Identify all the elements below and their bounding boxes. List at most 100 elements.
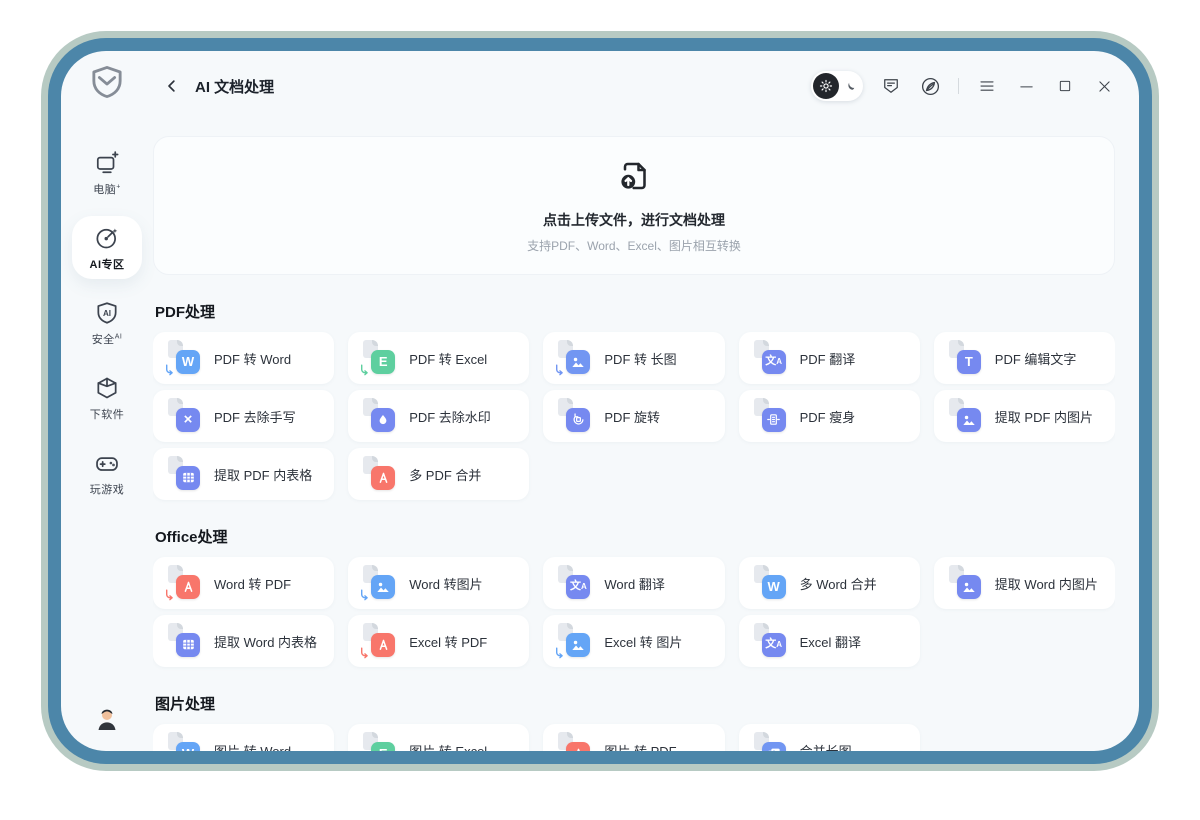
tool-card[interactable]: PDF 去除水印 [348, 390, 530, 442]
moon-icon [839, 80, 861, 93]
erase-tool-icon: × [168, 397, 200, 432]
gamepad-icon [94, 450, 120, 476]
table-tool-icon [168, 622, 200, 657]
sidebar-item-label: 安全AI [91, 333, 123, 346]
tool-sections: PDF处理 W PDF 转 Word E PDF 转 Excel PDF 转 长图 文A PD… [153, 301, 1115, 751]
tool-label: 提取 Word 内表格 [214, 634, 318, 650]
close-icon[interactable] [1093, 75, 1115, 97]
image-tool-icon [556, 339, 591, 375]
sidebar-item-security[interactable]: AI 安全AI [72, 291, 142, 354]
upload-dropzone[interactable]: 点击上传文件，进行文档处理 支持PDF、Word、Excel、图片相互转换 [153, 136, 1115, 275]
feedback-badge-icon[interactable] [880, 75, 902, 97]
tool-card[interactable]: 提取 Word 内表格 [153, 615, 335, 667]
tool-label: 提取 PDF 内表格 [214, 467, 313, 483]
tool-card[interactable]: Excel 转 图片 [543, 615, 725, 667]
tool-card[interactable]: E 图片 转 Excel [348, 724, 530, 751]
tool-card[interactable]: T PDF 编辑文字 [933, 332, 1115, 384]
menu-icon[interactable] [976, 75, 998, 97]
tool-label: Word 转 PDF [214, 576, 292, 592]
sidebar-item-label: 玩游戏 [89, 484, 125, 496]
table-tool-icon [168, 455, 200, 490]
tool-card[interactable]: Word 转图片 [348, 557, 530, 609]
app-window: 电脑+ AI专区 AI 安全AI 下软件 玩游戏 AI 文档处理 点击上传文件，… [61, 51, 1139, 751]
sun-icon [813, 73, 839, 99]
tool-label: PDF 转 Word [214, 351, 292, 367]
tool-label: Excel 转 图片 [604, 634, 683, 650]
sidebar-item-computer[interactable]: 电脑+ [72, 141, 142, 204]
tool-card[interactable]: W 多 Word 合并 [738, 557, 920, 609]
letter-tool-icon: E [363, 731, 396, 751]
tool-card[interactable]: 合并长图 [738, 724, 920, 752]
device-frame: 电脑+ AI专区 AI 安全AI 下软件 玩游戏 AI 文档处理 点击上传文件，… [48, 38, 1152, 764]
droplet-tool-icon [363, 397, 396, 432]
main-area: AI 文档处理 点击上传文件，进行文档处理 支持PDF、Word、Excel、图… [153, 51, 1139, 751]
tool-card[interactable]: 提取 Word 内图片 [933, 557, 1115, 609]
theme-toggle[interactable] [811, 71, 863, 101]
letter-tool-icon: E [361, 339, 396, 375]
user-avatar[interactable] [92, 705, 122, 735]
tool-label: PDF 转 长图 [604, 351, 677, 367]
tool-grid: Word 转 PDF Word 转图片 文A Word 翻译 W 多 Word 合并 提取 … [153, 557, 1115, 667]
upload-subtitle: 支持PDF、Word、Excel、图片相互转换 [527, 238, 741, 253]
tool-card[interactable]: 文A Word 翻译 [543, 557, 725, 609]
tool-card[interactable]: Excel 转 PDF [348, 615, 530, 667]
tool-card[interactable]: 提取 PDF 内表格 [153, 448, 335, 500]
tool-label: Excel 转 PDF [409, 634, 488, 650]
sidebar-item-games[interactable]: 玩游戏 [72, 441, 142, 504]
section-title: PDF处理 [155, 304, 216, 321]
tool-card[interactable]: × PDF 去除手写 [153, 390, 335, 442]
tool-card[interactable]: 文A PDF 翻译 [738, 332, 920, 384]
tool-card[interactable]: 图片 转 PDF [543, 724, 725, 752]
upload-document-icon [616, 158, 652, 199]
page-title: AI 文档处理 [195, 78, 275, 96]
letter-tool-icon: W [753, 564, 786, 599]
tool-label: 图片 转 PDF [604, 743, 677, 752]
skin-feather-icon[interactable] [919, 75, 941, 97]
tool-label: 合并长图 [799, 743, 852, 752]
translate-tool-icon: 文A [753, 339, 786, 374]
tool-card[interactable]: PDF 转 长图 [543, 332, 725, 384]
letter-tool-icon: W [168, 731, 200, 751]
tool-label: 多 Word 合并 [799, 576, 877, 592]
tool-card[interactable]: PDF 旋转 [543, 390, 725, 442]
rotate-tool-icon [558, 397, 591, 432]
divider [958, 78, 959, 94]
pdf-tool-icon [166, 564, 200, 600]
image-tool-icon [556, 622, 591, 658]
sidebar-item-label: 下软件 [89, 409, 125, 421]
sidebar-item-software[interactable]: 下软件 [72, 366, 142, 429]
tool-label: Word 转图片 [409, 576, 483, 592]
tool-card[interactable]: 多 PDF 合并 [348, 448, 530, 500]
tool-label: 提取 PDF 内图片 [994, 409, 1094, 425]
shield-check-logo-icon [88, 63, 126, 101]
tool-card[interactable]: 提取 PDF 内图片 [933, 390, 1115, 442]
tool-grid: W 图片 转 Word E 图片 转 Excel 图片 转 PDF 合并长图 [153, 724, 1115, 751]
tool-card[interactable]: W PDF 转 Word [153, 332, 335, 384]
sidebar: 电脑+ AI专区 AI 安全AI 下软件 玩游戏 [61, 51, 153, 751]
sidebar-item-ai-zone[interactable]: AI专区 [72, 216, 142, 279]
tool-label: 提取 Word 内图片 [994, 576, 1098, 592]
tool-card[interactable]: Word 转 PDF [153, 557, 335, 609]
section-title: 图片处理 [155, 696, 216, 713]
tool-card[interactable]: 文A Excel 翻译 [738, 615, 920, 667]
tool-label: Excel 翻译 [799, 634, 861, 650]
tool-label: 多 PDF 合并 [409, 467, 482, 483]
sidebar-item-label: AI专区 [89, 259, 125, 271]
image-tool-icon [948, 397, 981, 432]
tool-card[interactable]: PDF 瘦身 [738, 390, 920, 442]
computer-plus-icon [94, 150, 120, 176]
tool-label: PDF 去除水印 [409, 409, 491, 425]
tool-label: 图片 转 Word [214, 743, 292, 752]
tool-label: Word 翻译 [604, 576, 665, 592]
maximize-icon[interactable] [1054, 75, 1076, 97]
letter-tool-icon: W [166, 339, 200, 375]
pdf-tool-icon [361, 622, 396, 658]
minimize-icon[interactable] [1015, 75, 1037, 97]
security-shield-ai-icon: AI [94, 300, 120, 326]
back-button[interactable] [159, 73, 185, 99]
svg-text:AI: AI [103, 309, 111, 318]
tool-card[interactable]: W 图片 转 Word [153, 724, 335, 752]
tool-card[interactable]: E PDF 转 Excel [348, 332, 530, 384]
titlebar-controls [811, 71, 1115, 101]
tool-label: PDF 去除手写 [214, 409, 296, 425]
